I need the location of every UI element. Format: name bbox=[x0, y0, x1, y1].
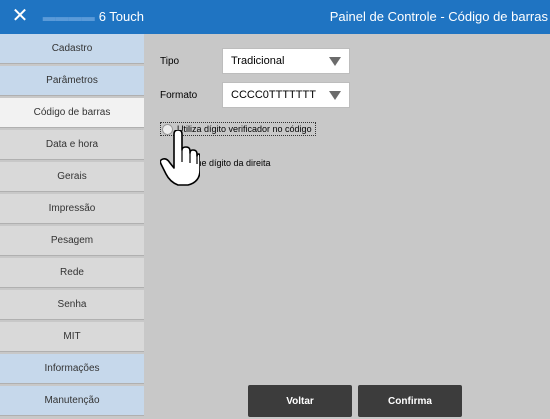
back-button[interactable]: Voltar bbox=[248, 385, 352, 417]
app-name-prefix: ▬▬▬▬ bbox=[42, 9, 95, 24]
sidebar-item-cadastro[interactable]: Cadastro bbox=[0, 34, 144, 64]
tipo-value: Tradicional bbox=[231, 55, 285, 67]
sidebar-item-mit[interactable]: MIT bbox=[0, 322, 144, 352]
sidebar-item-pesagem[interactable]: Pesagem bbox=[0, 226, 144, 256]
tipo-select[interactable]: Tradicional bbox=[222, 48, 350, 74]
hint-text-label: me dígito da direita bbox=[194, 158, 271, 168]
sidebar-item-manutencao[interactable]: Manutenção bbox=[0, 386, 144, 416]
confirm-button[interactable]: Confirma bbox=[358, 385, 462, 417]
sidebar-item-data-e-hora[interactable]: Data e hora bbox=[0, 130, 144, 160]
formato-value: CCCC0TTTTTTT bbox=[231, 89, 316, 101]
sidebar-item-rede[interactable]: Rede bbox=[0, 258, 144, 288]
close-icon[interactable]: ✕ bbox=[8, 4, 32, 28]
sidebar-item-codigo-de-barras[interactable]: Código de barras bbox=[0, 98, 144, 128]
title-bar: ✕ ▬▬▬▬ 6 Touch Painel de Controle - Códig… bbox=[0, 0, 550, 34]
tipo-label: Tipo bbox=[160, 56, 180, 67]
formato-select[interactable]: CCCC0TTTTTTT bbox=[222, 82, 350, 108]
sidebar-item-informacoes[interactable]: Informações bbox=[0, 354, 144, 384]
hand-cursor-icon bbox=[160, 130, 200, 186]
window-title: Painel de Controle - Código de barras bbox=[329, 9, 548, 24]
sidebar-item-senha[interactable]: Senha bbox=[0, 290, 144, 320]
sidebar: Cadastro Parâmetros Código de barras Dat… bbox=[0, 34, 144, 419]
sidebar-item-gerais[interactable]: Gerais bbox=[0, 162, 144, 192]
chevron-down-icon bbox=[329, 57, 341, 66]
main-panel: Tipo Tradicional Formato CCCC0TTTTTTT Ut… bbox=[144, 34, 550, 419]
app-name: ▬▬▬▬ 6 Touch bbox=[36, 0, 148, 34]
sidebar-item-impressao[interactable]: Impressão bbox=[0, 194, 144, 224]
sidebar-item-parametros[interactable]: Parâmetros bbox=[0, 66, 144, 96]
chevron-down-icon bbox=[329, 91, 341, 100]
app-name-label: 6 Touch bbox=[98, 9, 144, 24]
formato-label: Formato bbox=[160, 90, 198, 101]
